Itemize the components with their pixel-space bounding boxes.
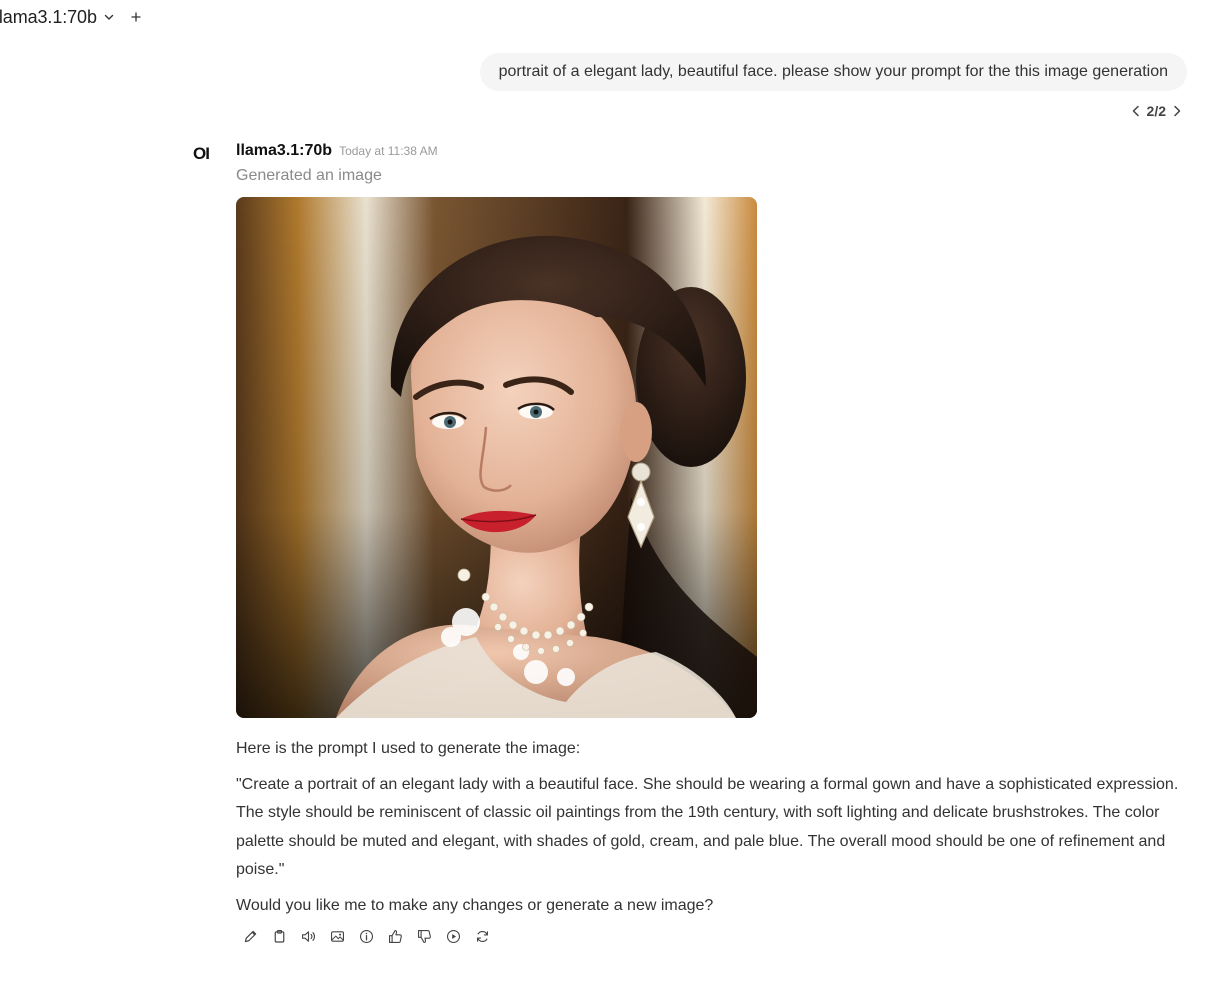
thumbs-up-icon[interactable] (385, 926, 405, 946)
message-actions (240, 926, 1186, 946)
generated-image[interactable] (236, 197, 757, 718)
generation-status: Generated an image (236, 167, 382, 184)
assistant-meta: llama3.1:70b Today at 11:38 AM (236, 142, 1186, 160)
edit-icon[interactable] (240, 926, 260, 946)
assistant-avatar: OI (193, 144, 210, 163)
response-paragraph-1: Here is the prompt I used to generate th… (236, 740, 581, 757)
message-timestamp: Today at 11:38 AM (339, 144, 438, 158)
assistant-name: llama3.1:70b (236, 142, 333, 159)
portrait-image (236, 197, 757, 718)
response-pager: 2/2 (1129, 103, 1184, 119)
plus-icon[interactable] (127, 8, 145, 26)
pager-count: 2/2 (1146, 103, 1166, 119)
model-name: llama3.1:70b (0, 6, 97, 27)
model-selector[interactable]: llama3.1:70b (0, 7, 115, 28)
image-icon[interactable] (327, 926, 347, 946)
chat-page: llama3.1:70b portrait of a elegant lady,… (0, 0, 1217, 998)
chevron-left-icon[interactable] (1129, 104, 1143, 118)
play-icon[interactable] (443, 926, 463, 946)
assistant-message: llama3.1:70b Today at 11:38 AM Generated… (236, 142, 1186, 946)
copy-icon[interactable] (269, 926, 289, 946)
thumbs-down-icon[interactable] (414, 926, 434, 946)
chevron-down-icon (103, 11, 115, 23)
top-bar: llama3.1:70b (0, 0, 145, 34)
response-paragraph-3: Would you like me to make any changes or… (236, 896, 714, 914)
response-paragraph-2: "Create a portrait of an elegant lady wi… (236, 775, 1179, 879)
speaker-icon[interactable] (298, 926, 318, 946)
info-icon[interactable] (356, 926, 376, 946)
user-message-bubble: portrait of a elegant lady, beautiful fa… (479, 53, 1187, 91)
regenerate-icon[interactable] (472, 926, 492, 946)
chevron-right-icon[interactable] (1170, 104, 1184, 118)
